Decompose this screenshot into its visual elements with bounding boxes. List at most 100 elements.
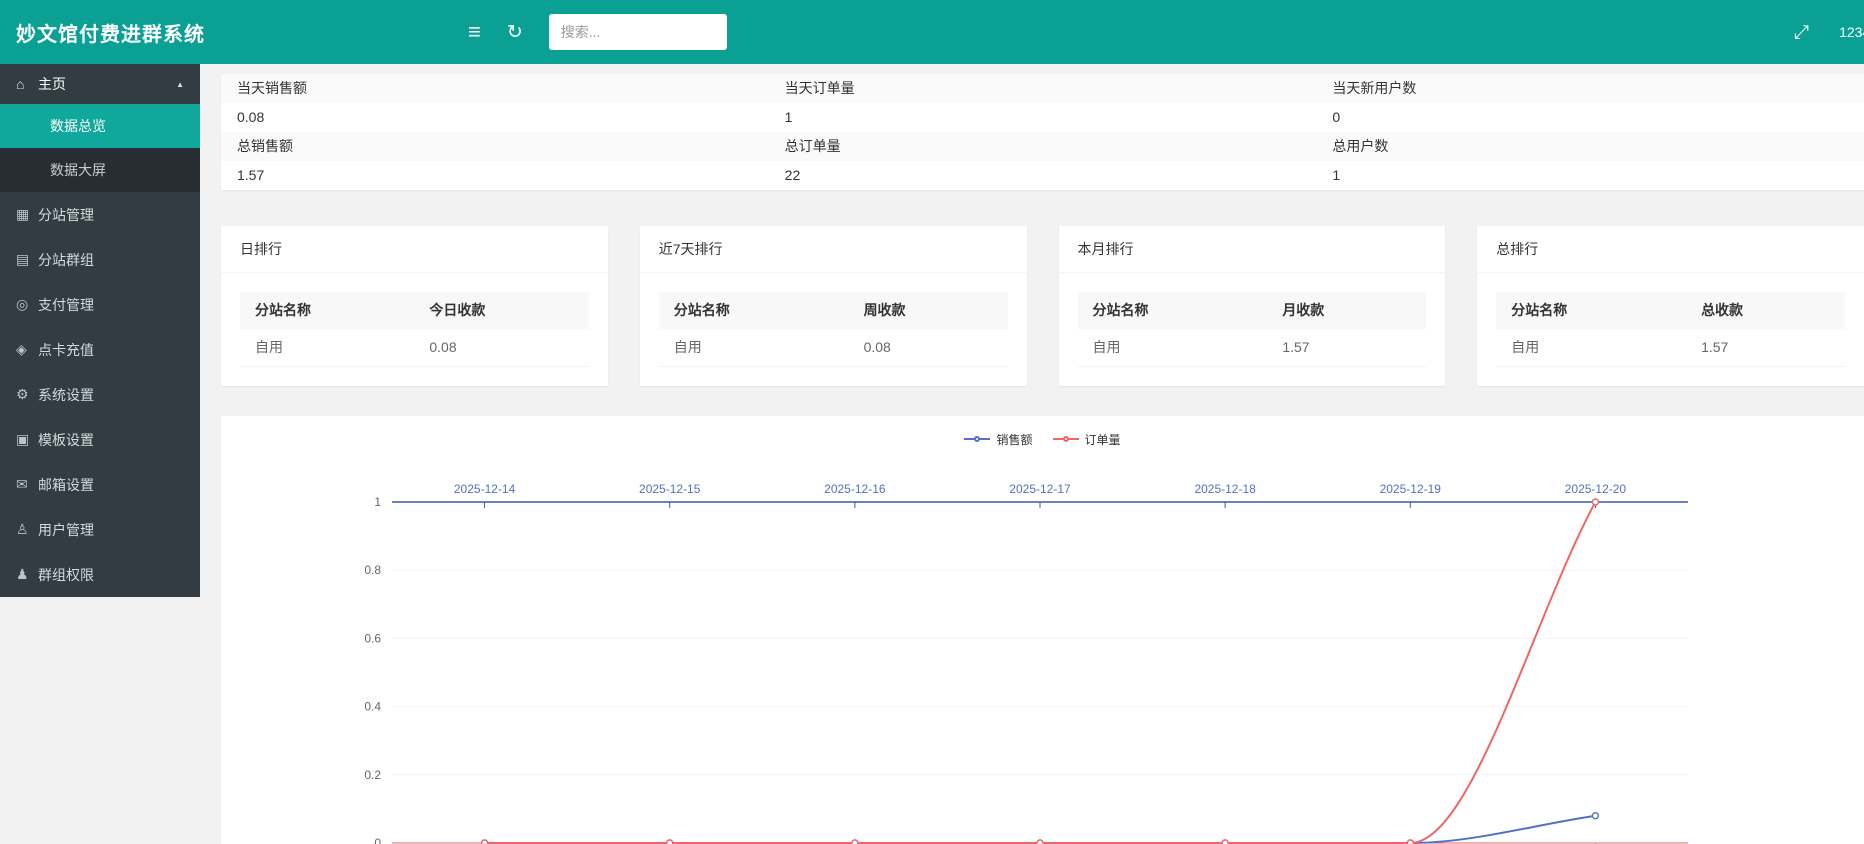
sidebar-item-label: 主页 [38, 74, 66, 94]
ranking-cards: 日排行 分站名称 今日收款 自用 0.08 近7天排行 [221, 226, 1864, 386]
sidebar-item-payment[interactable]: ◎ 支付管理 [0, 282, 200, 327]
sidebar-item-data-screen[interactable]: 数据大屏 [0, 148, 200, 192]
list-icon: ▤ [16, 251, 38, 268]
sidebar-item-label: 邮箱设置 [38, 475, 94, 495]
rank-table-header: 分站名称 周收款 [659, 292, 1008, 329]
stat-label-total-sales: 总销售额 [221, 132, 769, 161]
sidebar-item-user-manage[interactable]: ♙ 用户管理 [0, 507, 200, 552]
chart-legend: 销售额 订单量 [221, 430, 1864, 448]
svg-text:0: 0 [374, 836, 381, 844]
chevron-up-icon: ▲ [176, 80, 184, 89]
fullscreen-icon[interactable]: ⤢ [1794, 23, 1809, 42]
rank-col-site: 分站名称 [659, 292, 849, 329]
rank-table-header: 分站名称 月收款 [1078, 292, 1427, 329]
menu-toggle-icon[interactable]: ≡ [468, 21, 481, 43]
legend-line-icon [964, 438, 990, 440]
stat-value-total-sales: 1.57 [221, 161, 769, 190]
username[interactable]: 12345 [1839, 24, 1864, 40]
svg-text:0.4: 0.4 [364, 700, 381, 714]
rank-table-header: 分站名称 今日收款 [240, 292, 589, 329]
rank-col-site: 分站名称 [240, 292, 414, 329]
sidebar-item-label: 用户管理 [38, 520, 94, 540]
rank-col-amount: 月收款 [1267, 292, 1426, 329]
sales-chart-card: 销售额 订单量 00.20.40.60.812025-12-142025-12-… [221, 416, 1864, 844]
users-icon: ♟ [16, 566, 38, 583]
stat-value-today-orders: 1 [769, 103, 1317, 132]
grid-icon: ▦ [16, 206, 38, 223]
sidebar-item-card-recharge[interactable]: ◈ 点卡充值 [0, 327, 200, 372]
app-title: 妙文馆付费进群系统 [0, 18, 200, 47]
table-row: 自用 0.08 [659, 329, 1008, 367]
rank-amount: 1.57 [1267, 329, 1426, 367]
legend-item-sales[interactable]: 销售额 [964, 431, 1032, 448]
rank-amount: 0.08 [414, 329, 588, 367]
header: 妙文馆付费进群系统 ≡ ↻ ⤢ 12345 [0, 0, 1864, 64]
rank-col-site: 分站名称 [1496, 292, 1686, 329]
sidebar-item-template-settings[interactable]: ▣ 模板设置 [0, 417, 200, 462]
sidebar-item-site-manage[interactable]: ▦ 分站管理 [0, 192, 200, 237]
legend-label: 销售额 [996, 431, 1032, 448]
svg-text:2025-12-20: 2025-12-20 [1565, 482, 1627, 496]
sidebar-item-label: 分站管理 [38, 205, 94, 225]
stat-label-today-new-users: 当天新用户数 [1316, 74, 1864, 103]
svg-text:0.8: 0.8 [364, 563, 381, 577]
sidebar-submenu: 数据总览 数据大屏 [0, 104, 200, 192]
rank-site-name: 自用 [1078, 329, 1268, 367]
sidebar-item-label: 群组权限 [38, 565, 94, 585]
sidebar-item-mail-settings[interactable]: ✉ 邮箱设置 [0, 462, 200, 507]
rank-col-amount: 总收款 [1686, 292, 1845, 329]
gear-icon: ⚙ [16, 386, 38, 403]
sidebar-item-label: 数据总览 [50, 116, 106, 136]
stat-value-today-sales: 0.08 [221, 103, 769, 132]
rank-table-header: 分站名称 总收款 [1496, 292, 1845, 329]
search-input[interactable] [549, 14, 727, 50]
table-row: 自用 1.57 [1496, 329, 1845, 367]
user-icon: ♙ [16, 521, 38, 538]
rank-card-title: 日排行 [221, 226, 608, 273]
legend-item-orders[interactable]: 订单量 [1053, 431, 1121, 448]
rank-card-total: 总排行 分站名称 总收款 自用 1.57 [1477, 226, 1864, 386]
card-icon: ◈ [16, 341, 38, 358]
sidebar-item-site-group[interactable]: ▤ 分站群组 [0, 237, 200, 282]
rank-site-name: 自用 [659, 329, 849, 367]
stat-value-today-new-users: 0 [1316, 103, 1864, 132]
legend-label: 订单量 [1085, 431, 1121, 448]
sidebar-item-label: 模板设置 [38, 430, 94, 450]
svg-text:0.6: 0.6 [364, 631, 381, 645]
rank-card-month: 本月排行 分站名称 月收款 自用 1.57 [1059, 226, 1446, 386]
table-row: 自用 0.08 [240, 329, 589, 367]
svg-text:0.2: 0.2 [364, 768, 381, 782]
mail-icon: ✉ [16, 476, 38, 493]
main-content: 当天销售额 当天订单量 当天新用户数 0.08 1 0 总销售额 总订单量 总用… [200, 64, 1864, 844]
refresh-icon[interactable]: ↻ [507, 23, 523, 42]
rank-card-daily: 日排行 分站名称 今日收款 自用 0.08 [221, 226, 608, 386]
svg-text:1: 1 [374, 495, 381, 509]
rank-card-title: 近7天排行 [640, 226, 1027, 273]
rank-amount: 1.57 [1686, 329, 1845, 367]
rank-card-title: 本月排行 [1059, 226, 1446, 273]
table-row: 自用 1.57 [1078, 329, 1427, 367]
sidebar-item-system-settings[interactable]: ⚙ 系统设置 [0, 372, 200, 417]
svg-text:2025-12-15: 2025-12-15 [639, 482, 701, 496]
stat-label-total-users: 总用户数 [1316, 132, 1864, 161]
stat-label-today-orders: 当天订单量 [769, 74, 1317, 103]
sidebar-item-group-permission[interactable]: ♟ 群组权限 [0, 552, 200, 597]
svg-text:2025-12-18: 2025-12-18 [1194, 482, 1256, 496]
rank-col-amount: 今日收款 [414, 292, 588, 329]
rank-card-week: 近7天排行 分站名称 周收款 自用 0.08 [640, 226, 1027, 386]
template-icon: ▣ [16, 431, 38, 448]
stat-value-total-orders: 22 [769, 161, 1317, 190]
stat-label-today-sales: 当天销售额 [221, 74, 769, 103]
stats-panel: 当天销售额 当天订单量 当天新用户数 0.08 1 0 总销售额 总订单量 总用… [221, 74, 1864, 190]
sidebar-item-label: 支付管理 [38, 295, 94, 315]
rank-card-title: 总排行 [1477, 226, 1864, 273]
svg-text:2025-12-16: 2025-12-16 [824, 482, 886, 496]
sidebar-item-data-overview[interactable]: 数据总览 [0, 104, 200, 148]
rank-site-name: 自用 [240, 329, 414, 367]
svg-text:2025-12-17: 2025-12-17 [1009, 482, 1071, 496]
rank-amount: 0.08 [849, 329, 1008, 367]
sidebar-item-home[interactable]: ⌂ 主页 ▲ [0, 64, 200, 104]
svg-text:2025-12-19: 2025-12-19 [1380, 482, 1442, 496]
sidebar-item-label: 数据大屏 [50, 160, 106, 180]
stat-value-total-users: 1 [1316, 161, 1864, 190]
